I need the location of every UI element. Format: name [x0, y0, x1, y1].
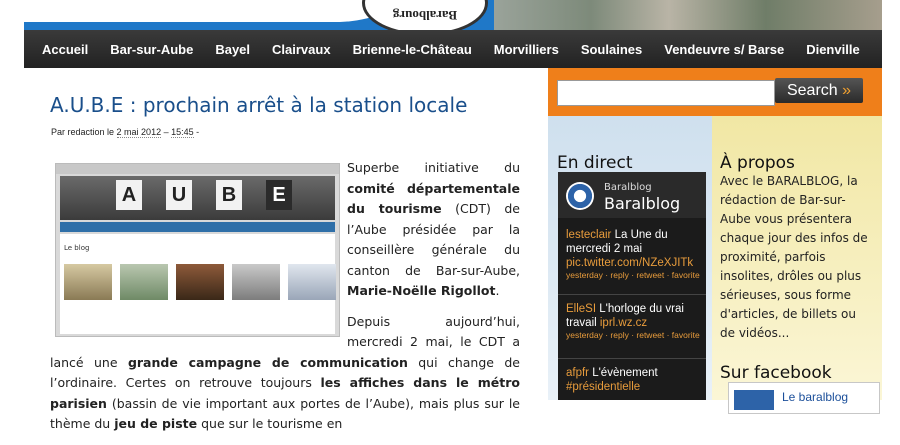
nav-item-vendeuvre[interactable]: Vendeuvre s/ Barse	[653, 42, 795, 57]
p1-bold-name: Marie-Noëlle Rigollot	[347, 283, 496, 298]
nav-item-morvilliers[interactable]: Morvilliers	[483, 42, 570, 57]
tweet-2-actions[interactable]: yesterday · reply · retweet · favorite	[566, 330, 702, 340]
twitter-display-name[interactable]: Baralblog	[604, 194, 680, 213]
twitter-avatar[interactable]	[566, 182, 594, 210]
meta-prefix: Par redaction le	[51, 127, 117, 137]
p2-text-g: que sur le tourisme en	[197, 416, 343, 431]
p1-text-a: Superbe initiative du	[347, 160, 520, 175]
banner-photo	[494, 0, 882, 30]
tweet-3-user[interactable]: afpfr	[566, 367, 589, 379]
search-button[interactable]: Search »	[775, 78, 863, 103]
post-time[interactable]: 15:45	[171, 127, 194, 138]
p2-bold-campaign: grande campagne de communication	[127, 354, 408, 370]
twitter-username[interactable]: Baralblog	[604, 182, 652, 193]
article-body: Superbe initiative du comité département…	[50, 158, 520, 445]
search-button-label: Search	[786, 82, 838, 99]
tweet-1-actions[interactable]: yesterday · reply · retweet · favorite	[566, 270, 702, 280]
post-meta: Par redaction le 2 mai 2012 – 15:45 -	[51, 127, 200, 138]
meta-separator: –	[161, 127, 172, 137]
p1-text-e: .	[495, 283, 500, 298]
p2-bold-jeu: jeu de piste	[114, 416, 198, 431]
meta-suffix: -	[193, 127, 200, 137]
facebook-page-name[interactable]: Le baralblog	[782, 390, 848, 404]
nav-item-bar-sur-aube[interactable]: Bar-sur-Aube	[99, 42, 204, 57]
banner-sky	[24, 0, 394, 22]
tweet-2: ElleSI L'horloge du vrai travail iprl.wz…	[566, 302, 702, 340]
facebook-page-avatar[interactable]	[734, 390, 774, 410]
chevron-right-icon: »	[842, 82, 852, 99]
tweet-2-link[interactable]: iprl.wz.cz	[600, 317, 647, 329]
nav-item-accueil[interactable]: Accueil	[24, 42, 99, 57]
nav-item-clairvaux[interactable]: Clairvaux	[261, 42, 342, 57]
tweet-2-user[interactable]: ElleSI	[566, 303, 596, 315]
nav-item-bayel[interactable]: Bayel	[204, 42, 261, 57]
tweet-3-link[interactable]: #présidentielle	[566, 381, 640, 393]
image-float-spacer	[50, 158, 347, 334]
about-text: Avec le BARALBLOG, la rédaction de Bar-s…	[720, 174, 868, 340]
main-nav: Accueil Bar-sur-Aube Bayel Clairvaux Bri…	[24, 30, 882, 68]
logo-text: Baralbourg	[392, 8, 458, 23]
post-date[interactable]: 2 mai 2012	[116, 127, 162, 138]
twitter-widget: Baralblog Baralblog lesteclair La Une du…	[558, 172, 706, 400]
tweet-1-user[interactable]: lesteclair	[566, 229, 611, 241]
search-input[interactable]	[557, 80, 775, 106]
post-title[interactable]: A.U.B.E : prochain arrêt à la station lo…	[50, 93, 467, 117]
tweet-3-text: L'évènement	[589, 367, 658, 379]
tweet-1-link[interactable]: pic.twitter.com/NZeXJITk	[566, 257, 693, 269]
tweet-divider	[558, 294, 706, 295]
nav-item-dienville[interactable]: Dienville	[795, 42, 870, 57]
nav-item-soulaines[interactable]: Soulaines	[570, 42, 653, 57]
facebook-heading: Sur facebook	[720, 363, 832, 383]
nav-item-brienne[interactable]: Brienne-le-Château	[342, 42, 483, 57]
tweet-3: afpfr L'évènement #présidentielle	[566, 366, 702, 394]
en-direct-heading: En direct	[557, 153, 633, 173]
tweet-1: lesteclair La Une du mercredi 2 mai pic.…	[566, 228, 702, 280]
tweet-divider	[558, 358, 706, 359]
about-heading: À propos	[720, 153, 795, 173]
